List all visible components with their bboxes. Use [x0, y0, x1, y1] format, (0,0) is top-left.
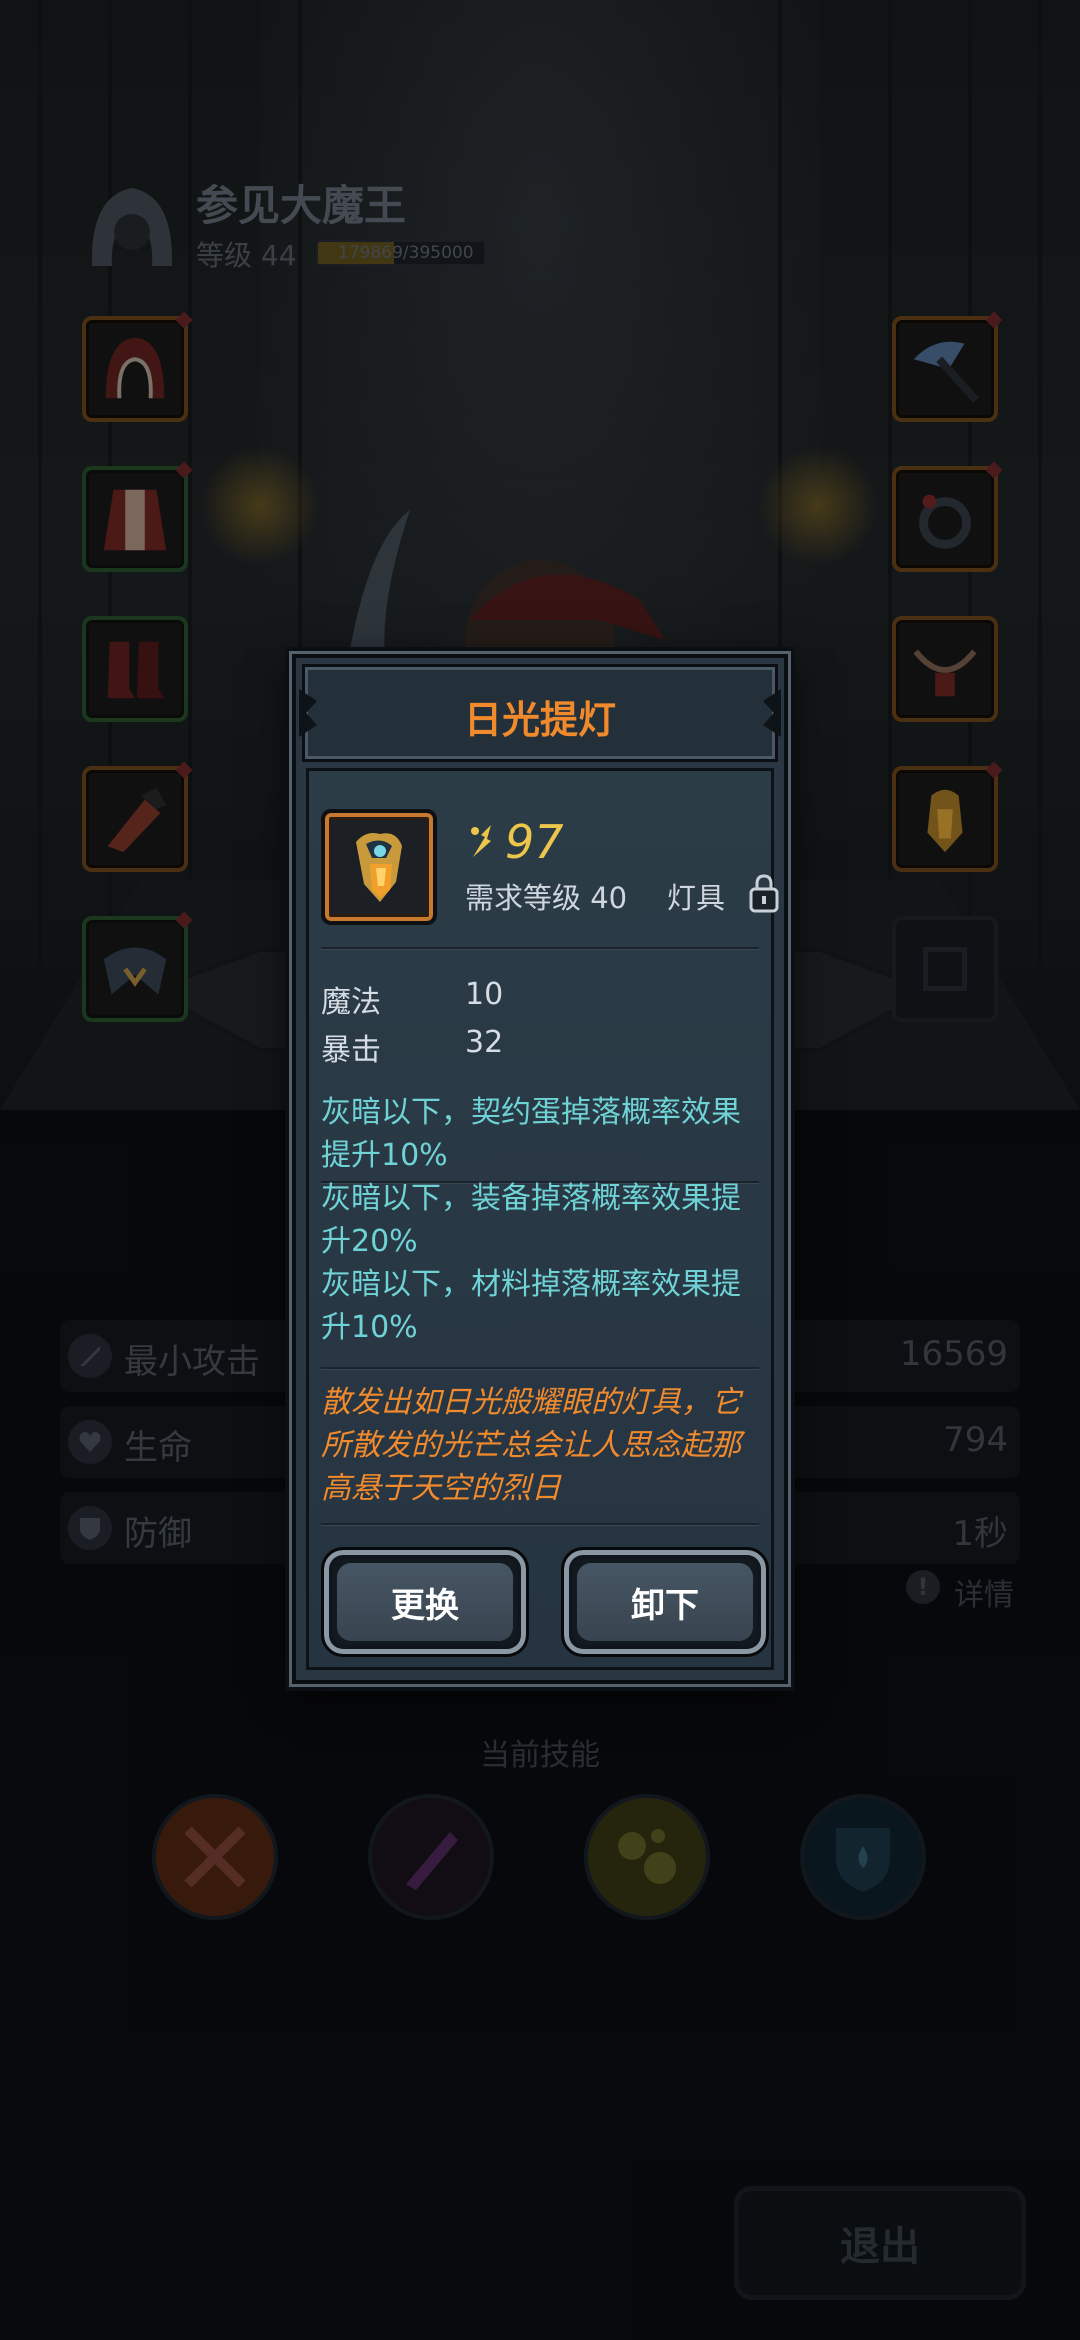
replace-button-label: 更换 — [337, 1563, 513, 1641]
effect-line: 灰暗以下，契约蛋掉落概率效果提升10% — [321, 1095, 741, 1173]
slot-boots[interactable] — [82, 616, 188, 722]
slot-empty[interactable] — [892, 916, 998, 1022]
boots-icon — [107, 641, 165, 699]
item-icon-frame — [321, 809, 437, 925]
unequip-button[interactable]: 卸下 — [561, 1547, 769, 1657]
details-link[interactable]: 详情 — [954, 1570, 1014, 1614]
divider — [321, 1367, 759, 1370]
water-shield-icon — [836, 1828, 890, 1892]
slot-shoulders[interactable] — [82, 911, 193, 1022]
hood-icon — [105, 337, 165, 399]
axe-icon — [913, 341, 980, 403]
replace-button[interactable]: 更换 — [321, 1547, 529, 1657]
skill-crossed-axes[interactable] — [152, 1794, 278, 1920]
divider — [321, 947, 759, 950]
item-detail-dialog: 日光提灯 97 需求等级 40 灯具 魔法 10 暴击 32 灰暗以下，契约蛋掉… — [292, 654, 788, 1684]
xp-bar: 179869/395000 — [316, 240, 486, 266]
power-icon — [471, 825, 491, 857]
slot-gloves[interactable] — [82, 761, 193, 872]
item-name: 日光提灯 — [463, 698, 616, 742]
attribute-name: 暴击 — [321, 1033, 381, 1068]
special-effects: 灰暗以下，契约蛋掉落概率效果提升10% 灰暗以下，装备掉落概率效果提升20% 灰… — [321, 1091, 759, 1349]
player-avatar-icon[interactable] — [82, 176, 182, 276]
stat-label: 防御 — [124, 1514, 192, 1554]
slot-armor[interactable] — [82, 461, 193, 572]
gauntlet-icon — [107, 787, 167, 853]
skill-water-shield[interactable] — [800, 1794, 926, 1920]
shield-icon — [68, 1506, 112, 1550]
sword-icon — [68, 1334, 112, 1378]
crossed-axes-icon — [184, 1826, 246, 1888]
slot-necklace[interactable] — [892, 616, 998, 722]
slot-placeholder-icon — [923, 947, 967, 991]
slot-ring[interactable] — [892, 461, 1003, 572]
dialog-body: 97 需求等级 40 灯具 魔法 10 暴击 32 灰暗以下，契约蛋掉落概率效果… — [306, 768, 779, 1670]
skill-orbs[interactable] — [584, 1794, 710, 1920]
xp-text: 179869/395000 — [338, 243, 474, 263]
exit-button[interactable]: 退出 — [734, 2186, 1026, 2300]
dialog-header: 日光提灯 — [302, 664, 778, 762]
attribute-value: 10 — [465, 977, 504, 1012]
stat-label: 生命 — [124, 1428, 192, 1468]
slot-lantern[interactable] — [892, 761, 1003, 872]
item-type: 灯具 — [667, 881, 726, 915]
orbs-icon — [618, 1829, 676, 1884]
info-icon[interactable]: ! — [906, 1570, 940, 1604]
skill-shadow-blade[interactable] — [368, 1794, 494, 1920]
lock-icon[interactable] — [747, 873, 781, 913]
necklace-icon — [913, 649, 977, 697]
wall-lamp-right — [758, 446, 878, 566]
wall-lamp-left — [200, 446, 320, 566]
attribute-value: 32 — [465, 1025, 504, 1060]
ring-icon — [919, 494, 971, 549]
player-name: 参见大魔王 — [196, 181, 407, 230]
slot-weapon[interactable] — [892, 311, 1003, 422]
stat-value: 794 — [943, 1420, 1008, 1460]
pauldron-icon — [103, 947, 167, 995]
skills-title: 当前技能 — [480, 1738, 600, 1773]
effect-line: 灰暗以下，材料掉落概率效果提升10% — [321, 1267, 741, 1345]
sunlight-lantern-icon — [356, 833, 402, 902]
required-level: 需求等级 40 — [465, 881, 628, 915]
heart-icon — [68, 1420, 112, 1464]
robe-icon — [103, 489, 167, 551]
divider — [321, 1523, 759, 1526]
stat-value: 16569 — [899, 1334, 1008, 1374]
player-level: 等级 44 — [196, 239, 297, 272]
stat-value: 1秒 — [952, 1514, 1008, 1554]
attribute-name: 魔法 — [321, 985, 381, 1020]
effect-line: 灰暗以下，装备掉落概率效果提升20% — [321, 1181, 741, 1259]
item-description: 散发出如日光般耀眼的灯具，它所散发的光芒总会让人思念起那高悬于天空的烈日 — [321, 1385, 741, 1506]
stat-label: 最小攻击 — [124, 1342, 260, 1382]
shadow-blade-icon — [406, 1832, 458, 1890]
lantern-icon — [927, 789, 963, 853]
item-power: 97 — [505, 815, 564, 869]
unequip-button-label: 卸下 — [577, 1563, 753, 1641]
slot-helmet[interactable] — [82, 311, 193, 422]
